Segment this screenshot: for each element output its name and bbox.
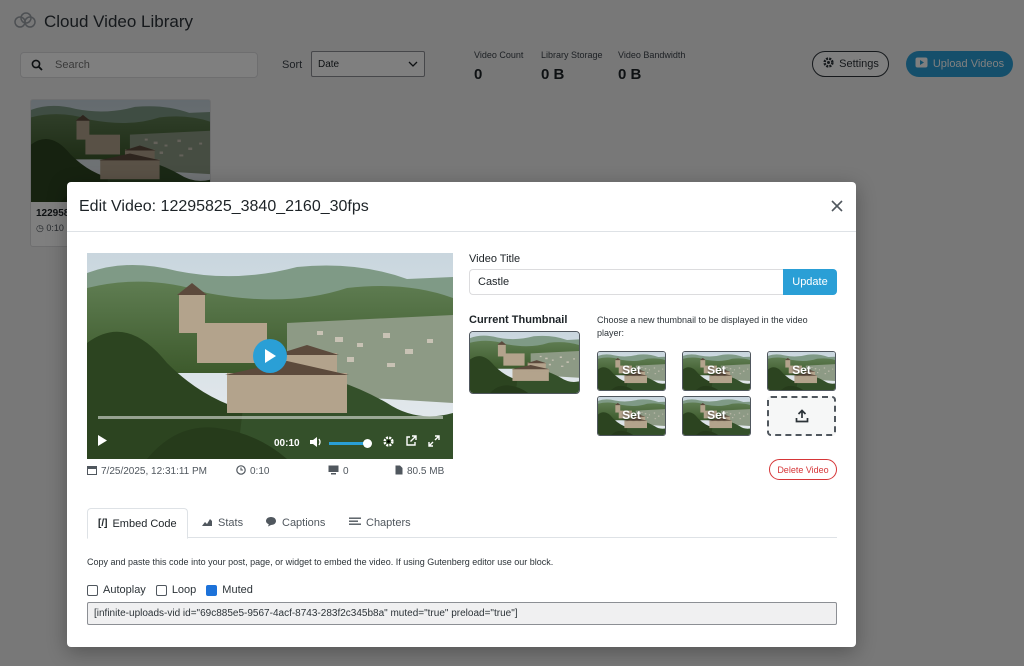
thumbnail-option[interactable]: Set xyxy=(597,351,666,391)
upload-thumbnail-button[interactable] xyxy=(767,396,836,436)
update-button[interactable]: Update xyxy=(783,269,837,295)
close-button[interactable] xyxy=(827,196,847,216)
code-icon: [/] xyxy=(98,518,108,529)
thumbnail-option[interactable]: Set xyxy=(597,396,666,436)
choose-thumbnail-text: Choose a new thumbnail to be displayed i… xyxy=(597,315,808,338)
volume-button[interactable] xyxy=(309,436,322,448)
autoplay-checkbox[interactable] xyxy=(87,584,98,596)
meta-views: 0 xyxy=(328,465,349,478)
meta-views-text: 0 xyxy=(343,466,349,477)
speech-bubble-icon xyxy=(265,516,277,530)
meta-date-text: 7/25/2025, 12:31:11 PM xyxy=(101,466,208,477)
embed-code-field[interactable]: [infinite-uploads-vid id="69c885e5-9567-… xyxy=(87,602,837,625)
external-link-icon xyxy=(406,435,417,446)
player-time: 00:10 xyxy=(274,438,300,449)
loop-checkbox[interactable] xyxy=(155,584,167,596)
video-title-label: Video Title xyxy=(469,253,521,265)
set-thumbnail-label: Set xyxy=(622,408,641,422)
current-thumbnail xyxy=(469,331,580,394)
tab-captions[interactable]: Captions xyxy=(255,508,335,538)
thumbnail-option[interactable]: Set xyxy=(682,396,751,436)
embed-help-text: Copy and paste this code into your post,… xyxy=(87,557,554,567)
volume-icon xyxy=(310,437,321,447)
tab-label: Captions xyxy=(282,517,326,529)
gear-icon xyxy=(383,436,394,447)
close-icon xyxy=(831,200,843,212)
player-controls: 00:10 xyxy=(87,427,453,457)
video-meta: 7/25/2025, 12:31:11 PM 0:10 0 80.5 MB xyxy=(87,465,453,479)
video-title-group: Castle Update xyxy=(469,269,837,295)
video-title-input[interactable]: Castle xyxy=(469,269,783,295)
embed-options: Autoplay Loop Muted xyxy=(87,583,263,597)
tab-label: Embed Code xyxy=(112,517,177,530)
meta-date: 7/25/2025, 12:31:11 PM xyxy=(87,465,207,478)
calendar-icon xyxy=(87,465,97,478)
thumbnail-option[interactable]: Set xyxy=(682,351,751,391)
tab-bar: [/] Embed Code Stats Captions Chapters xyxy=(87,508,837,539)
fullscreen-icon xyxy=(428,435,440,447)
tab-embed-code[interactable]: [/] Embed Code xyxy=(87,508,188,539)
set-thumbnail-label: Set xyxy=(792,363,811,377)
loop-option[interactable]: Loop xyxy=(155,584,197,596)
file-icon xyxy=(395,465,403,478)
meta-size-text: 80.5 MB xyxy=(407,466,445,477)
modal-title: Edit Video: 12295825_3840_2160_30fps xyxy=(79,197,369,215)
play-overlay-button[interactable] xyxy=(253,339,287,373)
video-player[interactable]: 00:10 xyxy=(87,253,453,459)
play-icon xyxy=(98,435,107,446)
autoplay-option[interactable]: Autoplay xyxy=(87,584,146,596)
set-thumbnail-label: Set xyxy=(707,408,726,422)
muted-checkbox[interactable] xyxy=(206,584,218,596)
progress-bar[interactable] xyxy=(98,416,443,419)
settings-player-button[interactable] xyxy=(382,435,395,448)
clock-icon xyxy=(236,465,246,478)
edit-video-modal: Edit Video: 12295825_3840_2160_30fps 00:… xyxy=(67,182,856,647)
list-icon xyxy=(349,517,361,530)
thumbnail-option[interactable]: Set xyxy=(767,351,836,391)
volume-handle[interactable] xyxy=(363,439,372,448)
tab-chapters[interactable]: Chapters xyxy=(339,508,421,538)
tab-stats[interactable]: Stats xyxy=(191,508,253,538)
muted-option[interactable]: Muted xyxy=(206,584,253,596)
delete-video-button[interactable]: Delete Video xyxy=(769,459,837,480)
modal-header: Edit Video: 12295825_3840_2160_30fps xyxy=(67,182,856,232)
play-icon xyxy=(265,349,276,363)
current-thumbnail-label: Current Thumbnail xyxy=(469,314,568,326)
monitor-icon xyxy=(328,465,339,478)
play-button[interactable] xyxy=(97,434,108,447)
set-thumbnail-label: Set xyxy=(622,363,641,377)
chart-icon xyxy=(201,517,213,530)
fullscreen-button[interactable] xyxy=(428,435,440,447)
option-label: Autoplay xyxy=(103,584,146,596)
video-details: Video Title Castle Update Current Thumbn… xyxy=(469,253,837,480)
option-label: Muted xyxy=(222,584,253,596)
option-label: Loop xyxy=(171,584,197,596)
tab-label: Stats xyxy=(218,517,244,529)
tab-label: Chapters xyxy=(366,517,411,529)
volume-slider[interactable] xyxy=(329,442,367,445)
meta-duration-text: 0:10 xyxy=(250,466,270,477)
meta-duration: 0:10 xyxy=(236,465,269,478)
meta-size: 80.5 MB xyxy=(395,465,444,478)
upload-icon xyxy=(795,409,808,423)
set-thumbnail-label: Set xyxy=(707,363,726,377)
popout-button[interactable] xyxy=(405,435,417,447)
